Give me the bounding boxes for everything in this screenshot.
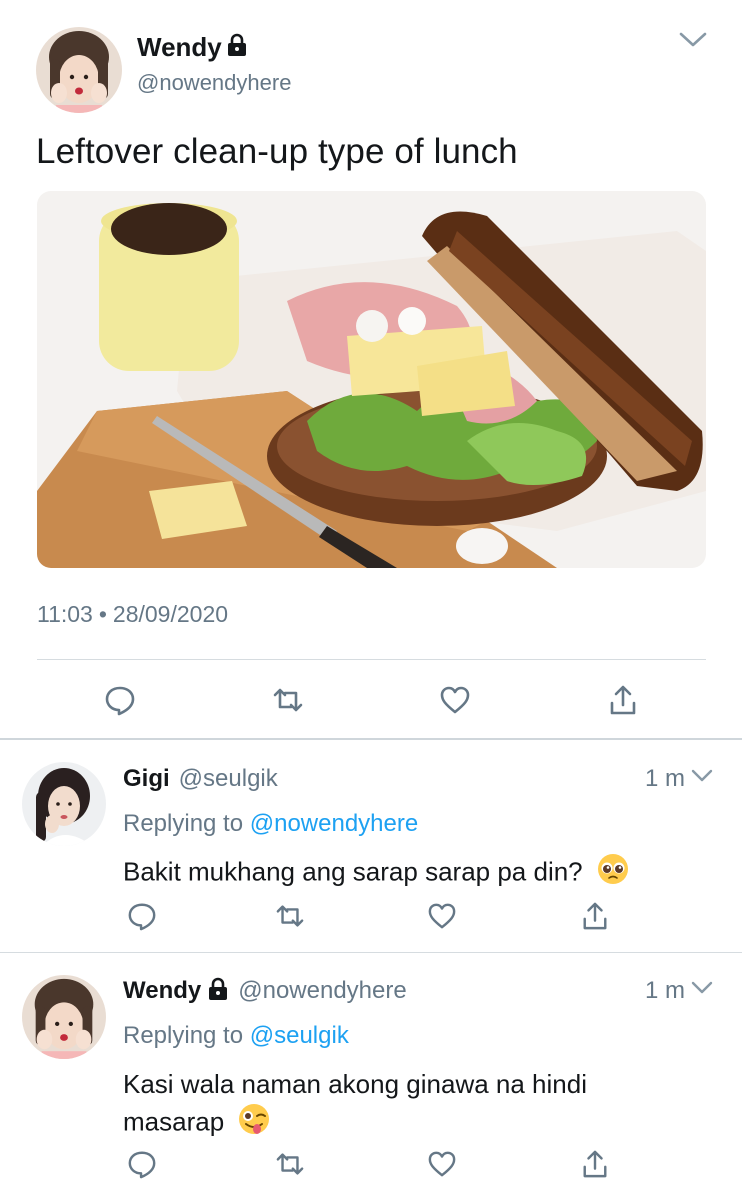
replying-to: Replying to @seulgik — [123, 1022, 349, 1050]
section-divider — [0, 738, 742, 740]
divider — [37, 659, 706, 660]
winking-tongue-face-icon — [237, 1102, 271, 1145]
chevron-down-icon[interactable] — [690, 768, 714, 789]
reply-author-name[interactable]: Gigi — [123, 765, 170, 793]
reply-icon[interactable] — [103, 683, 137, 717]
reply-text-content: Bakit mukhang ang sarap sarap pa din? — [123, 856, 583, 887]
reply-icon[interactable] — [126, 1148, 158, 1180]
like-icon[interactable] — [426, 901, 458, 931]
pleading-face-icon — [596, 852, 630, 895]
chevron-down-icon[interactable] — [690, 980, 714, 1001]
timestamp-separator: • — [98, 601, 107, 627]
tweet-date: 28/09/2020 — [112, 601, 229, 627]
reply-avatar[interactable] — [22, 762, 106, 846]
author-handle[interactable]: @nowendyhere — [137, 70, 291, 96]
retweet-icon[interactable] — [273, 900, 307, 932]
lock-icon — [207, 977, 229, 1008]
reply-text-word: masarap — [123, 1106, 225, 1137]
share-icon[interactable] — [580, 899, 610, 933]
share-icon[interactable] — [606, 682, 640, 718]
reply-text: Kasi wala naman akong ginawa na hindi ma… — [123, 1066, 587, 1145]
reply-author-name[interactable]: Wendy — [123, 977, 201, 1005]
reply-text: Bakit mukhang ang sarap sarap pa din? — [123, 852, 630, 895]
tweet-photo[interactable] — [37, 191, 706, 568]
tweet-text: Leftover clean-up type of lunch — [36, 132, 518, 171]
reply-author-handle[interactable]: @seulgik — [179, 765, 278, 793]
tweet-timestamp[interactable]: 11:03 • 28/09/2020 — [37, 601, 228, 628]
replying-prefix: Replying to — [123, 810, 244, 837]
reply-avatar[interactable] — [22, 975, 106, 1059]
chevron-down-icon[interactable] — [678, 30, 708, 55]
author-name[interactable]: Wendy — [137, 32, 222, 63]
share-icon[interactable] — [580, 1147, 610, 1181]
tweet-time: 11:03 — [37, 601, 93, 627]
reply-text-line2: masarap — [123, 1102, 587, 1145]
author-name-row: Wendy — [137, 32, 248, 63]
replying-to: Replying to @nowendyhere — [123, 810, 418, 838]
reply-text-line: Kasi wala naman akong ginawa na hindi — [123, 1069, 587, 1099]
reply-time: 1 m — [645, 977, 686, 1004]
author-avatar[interactable] — [36, 27, 122, 113]
reply-time: 1 m — [645, 765, 686, 792]
reply-header: Gigi @seulgik — [123, 765, 278, 793]
replying-prefix: Replying to — [123, 1022, 244, 1049]
retweet-icon[interactable] — [270, 683, 306, 717]
reply-header: Wendy @nowendyhere — [123, 977, 407, 1008]
lock-icon — [226, 33, 248, 62]
reply-author-handle[interactable]: @nowendyhere — [238, 977, 406, 1005]
mention-link[interactable]: @seulgik — [250, 1022, 349, 1049]
like-icon[interactable] — [426, 1149, 458, 1179]
reply-divider — [0, 952, 742, 953]
like-icon[interactable] — [438, 684, 472, 716]
reply-icon[interactable] — [126, 900, 158, 932]
mention-link[interactable]: @nowendyhere — [250, 810, 418, 837]
retweet-icon[interactable] — [273, 1148, 307, 1180]
